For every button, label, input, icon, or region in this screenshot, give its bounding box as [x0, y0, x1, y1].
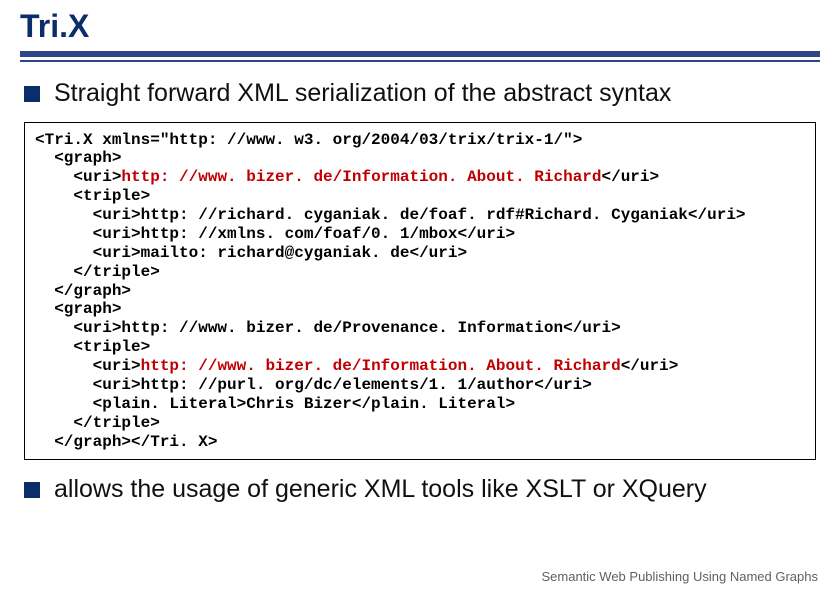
code-line: </triple> — [35, 263, 160, 281]
code-line: </triple> — [35, 414, 160, 432]
footer-text: Semantic Web Publishing Using Named Grap… — [541, 569, 818, 584]
bullet-text: Straight forward XML serialization of th… — [54, 80, 671, 108]
code-line: <graph> — [35, 300, 121, 318]
code-highlight: http: //www. bizer. de/Information. Abou… — [121, 168, 601, 186]
title-underline — [20, 51, 820, 62]
bullet-text: allows the usage of generic XML tools li… — [54, 476, 707, 504]
code-line: </uri> — [621, 357, 679, 375]
code-line: <uri>mailto: richard@cyganiak. de</uri> — [35, 244, 467, 262]
code-line: <Tri.X xmlns="http: //www. w3. org/2004/… — [35, 131, 582, 149]
slide: Tri.X Straight forward XML serialization… — [0, 0, 840, 600]
bullet-item: Straight forward XML serialization of th… — [24, 80, 816, 108]
bullet-item: allows the usage of generic XML tools li… — [24, 476, 816, 504]
code-line: <uri> — [35, 168, 121, 186]
slide-title: Tri.X — [20, 8, 820, 45]
code-line: </uri> — [602, 168, 660, 186]
code-highlight: http: //www. bizer. de/Information. Abou… — [141, 357, 621, 375]
slide-content: Straight forward XML serialization of th… — [0, 62, 840, 504]
code-block: <Tri.X xmlns="http: //www. w3. org/2004/… — [24, 122, 816, 461]
code-line: <triple> — [35, 338, 150, 356]
code-line: <uri>http: //purl. org/dc/elements/1. 1/… — [35, 376, 592, 394]
code-line: <plain. Literal>Chris Bizer</plain. Lite… — [35, 395, 515, 413]
title-bar: Tri.X — [0, 0, 840, 62]
code-line: <uri>http: //xmlns. com/foaf/0. 1/mbox</… — [35, 225, 515, 243]
code-line: </graph></Tri. X> — [35, 433, 217, 451]
code-line: <uri>http: //www. bizer. de/Provenance. … — [35, 319, 621, 337]
code-line: <graph> — [35, 149, 121, 167]
bullet-square-icon — [24, 482, 40, 498]
code-line: <triple> — [35, 187, 150, 205]
code-line: <uri> — [35, 357, 141, 375]
code-line: </graph> — [35, 282, 131, 300]
bullet-square-icon — [24, 86, 40, 102]
code-line: <uri>http: //richard. cyganiak. de/foaf.… — [35, 206, 746, 224]
